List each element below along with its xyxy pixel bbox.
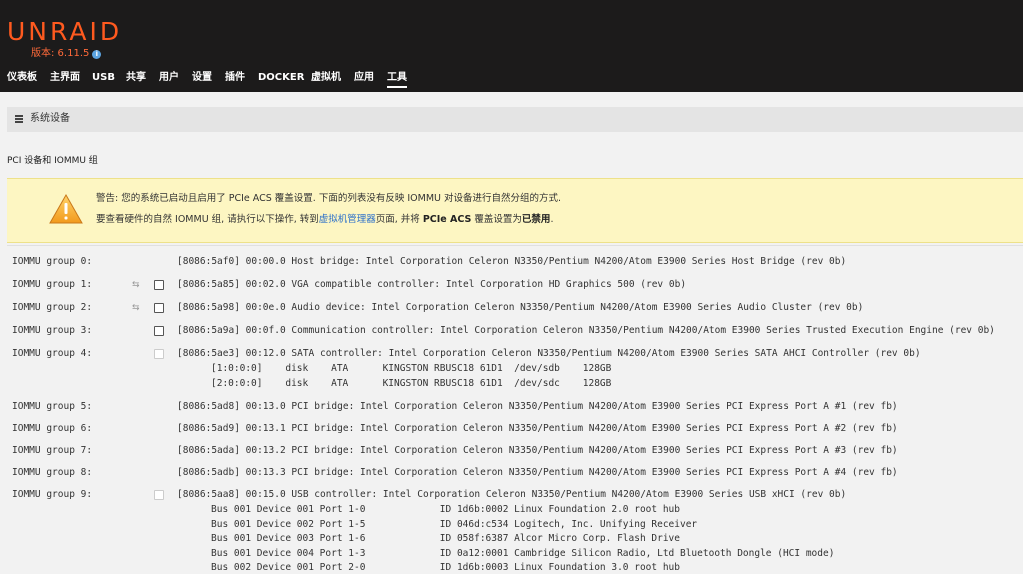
pci-iommu-title: PCI 设备和 IOMMU 组 xyxy=(7,156,98,166)
iommu-group-label: IOMMU group 7: xyxy=(12,445,93,456)
top-header: UNRAID 版本: 6.11.5 i 仪表板 主界面 USB 共享 用户 设置 … xyxy=(0,0,1023,92)
reset-icon[interactable]: ⇆ xyxy=(132,279,140,291)
pci-device-description: [8086:5a9a] 00:0f.0 Communication contro… xyxy=(177,325,995,336)
warning-triangle-icon xyxy=(49,194,83,224)
list-icon xyxy=(15,115,23,123)
pcie-acs-bold: PCIe ACS xyxy=(422,214,472,225)
unraid-logo[interactable]: UNRAID xyxy=(7,17,122,47)
nav-docker[interactable]: DOCKER xyxy=(258,71,304,85)
bind-vfio-checkbox xyxy=(154,490,164,500)
list-divider xyxy=(7,245,1023,246)
section-title: 系统设备 xyxy=(30,113,70,124)
version-text: 版本: 6.11.5 xyxy=(31,48,90,59)
attached-device-line: [1:0:0:0] disk ATA KINGSTON RBUSC18 61D1… xyxy=(211,363,612,374)
nav-usb[interactable]: USB xyxy=(92,71,115,85)
iommu-group-label: IOMMU group 1: xyxy=(12,279,93,290)
attached-device-line: Bus 001 Device 001 Port 1-0 ID 1d6b:0002… xyxy=(211,504,680,515)
section-header: 系统设备 xyxy=(7,107,1023,132)
nav-shares[interactable]: 共享 xyxy=(126,71,146,85)
attached-device-line: Bus 001 Device 004 Port 1-3 ID 0a12:0001… xyxy=(211,547,835,559)
warning-text-c: 覆盖设置为 xyxy=(471,214,522,225)
nav-settings[interactable]: 设置 xyxy=(192,71,212,85)
version-label: 版本: 6.11.5 i xyxy=(31,48,102,60)
iommu-group-label: IOMMU group 0: xyxy=(12,256,93,267)
iommu-group-label: IOMMU group 3: xyxy=(12,325,93,336)
pci-device-description: [8086:5adb] 00:13.3 PCI bridge: Intel Co… xyxy=(177,467,898,478)
iommu-group-label: IOMMU group 8: xyxy=(12,467,93,478)
bind-vfio-checkbox[interactable] xyxy=(154,280,164,290)
nav-dashboard[interactable]: 仪表板 xyxy=(7,71,37,85)
vm-manager-link[interactable]: 虚拟机管理器 xyxy=(319,214,376,225)
nav-apps[interactable]: 应用 xyxy=(354,71,374,85)
pci-device-description: [8086:5ada] 00:13.2 PCI bridge: Intel Co… xyxy=(177,445,898,456)
acs-warning-box: 警告: 您的系统已启动且启用了 PCIe ACS 覆盖设置. 下面的列表没有反映… xyxy=(7,178,1023,243)
nav-plugins[interactable]: 插件 xyxy=(225,71,245,85)
pci-device-description: [8086:5aa8] 00:15.0 USB controller: Inte… xyxy=(177,489,847,500)
warning-text-d: . xyxy=(550,214,554,225)
nav-vms[interactable]: 虚拟机 xyxy=(311,71,341,85)
attached-device-line: Bus 001 Device 003 Port 1-6 ID 058f:6387… xyxy=(211,533,680,544)
pci-device-description: [8086:5a98] 00:0e.0 Audio device: Intel … xyxy=(177,302,864,313)
attached-device-line: Bus 001 Device 002 Port 1-5 ID 046d:c534… xyxy=(211,518,698,530)
disabled-bold: 已禁用 xyxy=(521,214,551,225)
pci-device-description: [8086:5a85] 00:02.0 VGA compatible contr… xyxy=(177,279,687,290)
nav-tools[interactable]: 工具 xyxy=(387,71,407,88)
bind-vfio-checkbox[interactable] xyxy=(154,326,164,336)
pci-device-description: [8086:5ad8] 00:13.0 PCI bridge: Intel Co… xyxy=(177,401,898,412)
info-circle-icon[interactable]: i xyxy=(92,50,102,59)
pci-device-description: [8086:5ad9] 00:13.1 PCI bridge: Intel Co… xyxy=(177,423,898,434)
iommu-group-label: IOMMU group 2: xyxy=(12,302,93,313)
nav-main[interactable]: 主界面 xyxy=(50,71,80,85)
iommu-group-label: IOMMU group 4: xyxy=(12,348,93,359)
bind-vfio-checkbox[interactable] xyxy=(154,303,164,313)
iommu-group-label: IOMMU group 6: xyxy=(12,423,93,434)
attached-device-line: Bus 002 Device 001 Port 2-0 ID 1d6b:0003… xyxy=(211,562,680,573)
reset-icon[interactable]: ⇆ xyxy=(132,302,140,314)
warning-text-b: 页面, 并将 xyxy=(375,214,423,225)
nav-users[interactable]: 用户 xyxy=(159,71,179,85)
pci-device-description: [8086:5ae3] 00:12.0 SATA controller: Int… xyxy=(177,348,921,359)
pci-device-description: [8086:5af0] 00:00.0 Host bridge: Intel C… xyxy=(177,256,847,267)
warning-line-1: 警告: 您的系统已启动且启用了 PCIe ACS 覆盖设置. 下面的列表没有反映… xyxy=(96,193,562,204)
warning-text-a: 要查看硬件的自然 IOMMU 组, 请执行以下操作, 转到 xyxy=(96,214,319,225)
warning-line-2: 要查看硬件的自然 IOMMU 组, 请执行以下操作, 转到虚拟机管理器页面, 并… xyxy=(96,213,553,226)
iommu-group-label: IOMMU group 5: xyxy=(12,401,93,412)
attached-device-line: [2:0:0:0] disk ATA KINGSTON RBUSC18 61D1… xyxy=(211,377,612,389)
bind-vfio-checkbox xyxy=(154,349,164,359)
iommu-group-label: IOMMU group 9: xyxy=(12,489,93,500)
